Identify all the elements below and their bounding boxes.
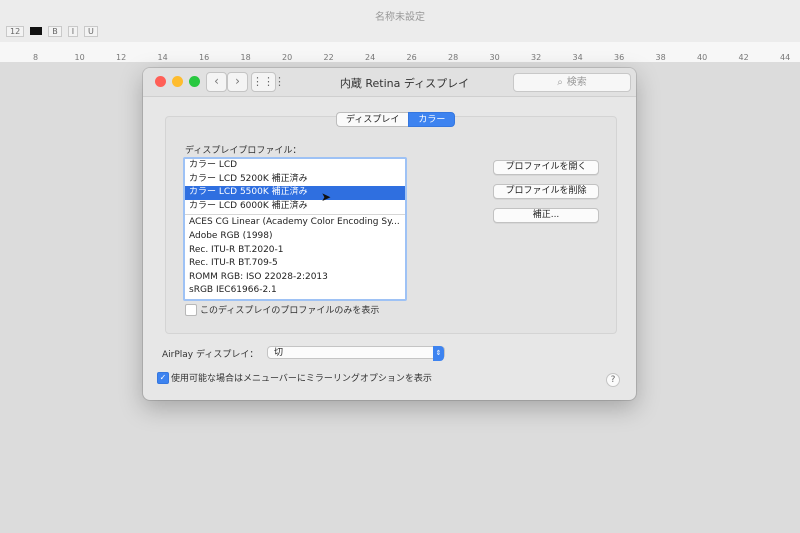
mirroring-label: 使用可能な場合はメニューバーにミラーリングオプションを表示	[171, 374, 432, 384]
zoom-button[interactable]	[189, 76, 200, 87]
profile-list-item[interactable]: Rec. ITU-R BT.709-5	[185, 257, 405, 271]
ruler-number: 14	[157, 53, 168, 62]
ruler-number: 10	[74, 53, 85, 62]
help-button[interactable]: ?	[606, 373, 620, 387]
ruler-number: 36	[614, 53, 625, 62]
profile-list-item[interactable]: sRGB IEC61966-2.1	[185, 284, 405, 298]
font-size-field[interactable]: 12	[6, 25, 25, 37]
ruler-number: 30	[489, 53, 500, 62]
italic-button[interactable]: I	[67, 25, 79, 37]
profile-list-item[interactable]: カラー LCD 5500K 補正済み	[185, 186, 405, 200]
underline-button[interactable]: U	[84, 25, 98, 37]
ruler-number: 28	[448, 53, 459, 62]
profile-list-item[interactable]: Rec. ITU-R BT.2020-1	[185, 244, 405, 258]
forward-button[interactable]: ›	[227, 72, 248, 92]
checkmark-icon: ✓	[159, 373, 167, 382]
profile-list-item[interactable]: Adobe RGB (1998)	[185, 230, 405, 244]
airplay-value: 切	[274, 348, 284, 358]
search-field[interactable]: ⌕ 検索	[513, 73, 631, 92]
ruler-number: 26	[406, 53, 417, 62]
calibrate-button[interactable]: 補正...	[493, 208, 599, 223]
profile-list[interactable]: カラー LCD カラー LCD 5200K 補正済み カラー LCD 5500K 補…	[183, 157, 407, 301]
background-app-toolbar: 名称未設定 12 B I U	[0, 0, 800, 43]
document-title: 名称未設定	[375, 12, 425, 23]
search-placeholder: 検索	[566, 77, 587, 88]
ruler-number: 34	[572, 53, 583, 62]
ruler-number: 16	[199, 53, 210, 62]
format-toolbar: 12 B I U	[6, 24, 98, 38]
text-color-swatch[interactable]	[30, 27, 43, 35]
profile-list-item[interactable]: ACES CG Linear (Academy Color Encoding S…	[185, 216, 405, 230]
ruler-number: 8	[33, 53, 39, 62]
close-button[interactable]	[155, 76, 166, 87]
ruler-number: 22	[323, 53, 334, 62]
list-separator	[185, 214, 405, 216]
only-this-display-label: このディスプレイのプロファイルのみを表示	[200, 306, 380, 316]
ruler-number: 20	[282, 53, 293, 62]
ruler-number: 12	[116, 53, 127, 62]
ruler-number: 24	[365, 53, 376, 62]
updown-arrow-icon: ⇕	[433, 346, 444, 361]
search-icon: ⌕	[557, 77, 563, 88]
minimize-button[interactable]	[172, 76, 183, 87]
only-this-display-checkbox[interactable]	[185, 304, 197, 316]
grid-icon: ⋮⋮⋮	[252, 75, 285, 88]
airplay-label: AirPlay ディスプレイ：	[162, 350, 259, 360]
display-preferences-window: ‹ › ⋮⋮⋮ 内蔵 Retina ディスプレイ ⌕ 検索 ディスプレイ カラー …	[143, 68, 636, 400]
window-title: 内蔵 Retina ディスプレイ	[339, 77, 470, 90]
bold-button[interactable]: B	[48, 25, 62, 37]
delete-profile-button[interactable]: プロファイルを削除	[493, 184, 599, 199]
ruler-number: 18	[240, 53, 251, 62]
ruler-number: 32	[531, 53, 542, 62]
mirroring-checkbox[interactable]: ✓	[157, 372, 169, 384]
back-button[interactable]: ‹	[206, 72, 227, 92]
profile-list-item[interactable]: カラー LCD 5200K 補正済み	[185, 173, 405, 187]
show-all-button[interactable]: ⋮⋮⋮	[251, 72, 285, 92]
airplay-popup[interactable]: 切 ⇕	[267, 346, 445, 361]
chevron-left-icon: ‹	[214, 74, 219, 88]
ruler-number: 38	[655, 53, 666, 62]
profile-list-item[interactable]: ROMM RGB: ISO 22028-2:2013	[185, 271, 405, 285]
ruler-number: 42	[738, 53, 749, 62]
open-profile-button[interactable]: プロファイルを開く	[493, 160, 599, 175]
tab-control: ディスプレイ カラー	[336, 112, 456, 127]
ruler-number: 40	[697, 53, 708, 62]
tab-color[interactable]: カラー	[408, 112, 456, 127]
display-profile-label: ディスプレイプロファイル：	[185, 146, 302, 156]
profile-list-item[interactable]: カラー LCD 6000K 補正済み	[185, 200, 405, 214]
title-bar: ‹ › ⋮⋮⋮ 内蔵 Retina ディスプレイ ⌕ 検索	[143, 68, 636, 97]
mouse-pointer-icon: ➤	[321, 190, 332, 204]
chevron-right-icon: ›	[235, 74, 240, 88]
ruler[interactable]: 8 10 12 14 16 18 20 22 24 26 28 30 32 34 36 38 40 42 44	[0, 42, 800, 63]
tab-display[interactable]: ディスプレイ	[336, 112, 409, 127]
ruler-number: 44	[780, 53, 791, 62]
profile-list-item[interactable]: カラー LCD	[185, 159, 405, 173]
